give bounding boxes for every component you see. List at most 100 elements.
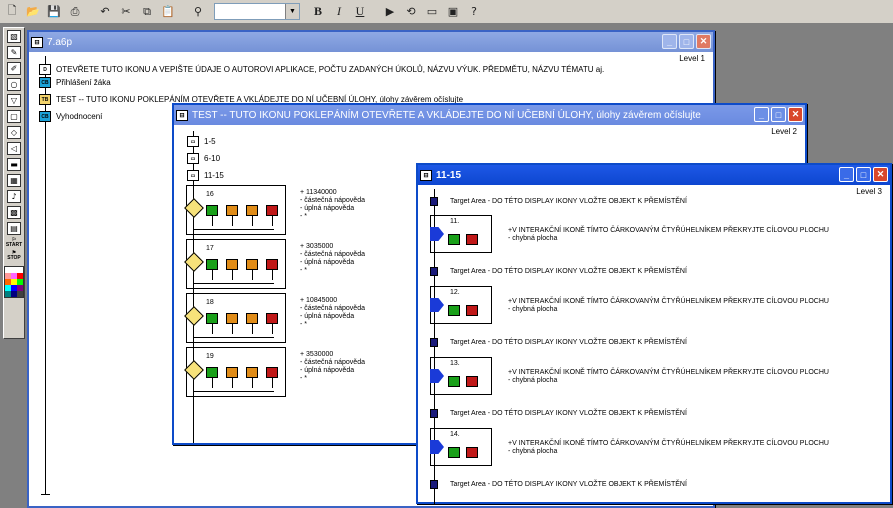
wrong-response-icon[interactable] <box>466 376 478 387</box>
response-icon[interactable] <box>226 205 238 216</box>
response-icon[interactable] <box>226 367 238 378</box>
response-label: - úplná nápověda <box>300 259 355 266</box>
italic-button[interactable]: I <box>330 3 348 21</box>
undo-icon[interactable]: ↶ <box>96 3 114 21</box>
wrong-response-icon[interactable] <box>466 447 478 458</box>
run-icon[interactable]: ▶ <box>381 3 399 21</box>
maximize-button[interactable]: □ <box>679 34 694 49</box>
open-icon[interactable]: 📂 <box>24 3 42 21</box>
target-label: Target Area - DO TÉTO DISPLAY IKONY VLOŽ… <box>450 268 687 275</box>
display-icon[interactable] <box>430 267 438 276</box>
response-label: + 3035000 <box>300 243 334 250</box>
chevron-down-icon[interactable]: ▼ <box>285 4 299 19</box>
correct-response-icon[interactable] <box>448 234 460 245</box>
response-icon[interactable] <box>266 313 278 324</box>
print-icon[interactable]: ⎙ <box>66 3 84 21</box>
response-sublabel: - chybná plocha <box>508 448 558 455</box>
window-title-bar[interactable]: ⊟ TEST -- TUTO IKONU POKLEPÁNÍM OTEVŘETE… <box>174 105 805 125</box>
flow-connector <box>252 216 253 226</box>
response-icon[interactable] <box>206 259 218 270</box>
digital-movie-icon[interactable]: ▦ <box>7 174 21 187</box>
level-label: Level 3 <box>856 187 882 196</box>
underline-button[interactable]: U <box>351 3 369 21</box>
display-icon[interactable] <box>430 480 438 489</box>
response-icon[interactable] <box>246 313 258 324</box>
video-icon[interactable]: ▩ <box>7 206 21 219</box>
display-icon[interactable] <box>430 338 438 347</box>
maximize-button[interactable]: □ <box>771 107 786 122</box>
level-label: Level 2 <box>771 127 797 136</box>
display-icon[interactable]: ✎ <box>7 46 21 59</box>
response-label: +V INTERAKČNÍ IKONĚ TÍMTO ČÁRKOVANÝM ČTY… <box>508 440 829 447</box>
stop-flag[interactable]: ⚑ STOP <box>7 251 21 261</box>
knowledge-icon[interactable]: ▤ <box>7 222 21 235</box>
wrong-response-icon[interactable] <box>466 234 478 245</box>
find-icon[interactable]: ⚲ <box>189 3 207 21</box>
display-icon[interactable] <box>430 409 438 418</box>
response-icon[interactable] <box>206 313 218 324</box>
sound-icon[interactable]: ♪ <box>7 190 21 203</box>
response-icon[interactable] <box>226 313 238 324</box>
save-icon[interactable]: 💾 <box>45 3 63 21</box>
copy-icon[interactable]: ⧉ <box>138 3 156 21</box>
interaction-icon[interactable]: ▧ <box>7 30 21 43</box>
wait-icon[interactable]: ○ <box>7 78 21 91</box>
help-icon[interactable]: ? <box>465 3 483 21</box>
flow-connector <box>272 324 273 334</box>
icon-panel-icon[interactable]: ▣ <box>444 3 462 21</box>
maximize-button[interactable]: □ <box>856 167 871 182</box>
flow-connector <box>212 324 213 334</box>
new-icon[interactable]: 🗋 <box>3 3 21 21</box>
map-icon-item[interactable]: ▭ 11-15 <box>187 170 224 181</box>
wrong-response-icon[interactable] <box>466 305 478 316</box>
font-select[interactable]: ▼ <box>214 3 300 20</box>
response-icon[interactable] <box>266 367 278 378</box>
start-flag[interactable]: ⚐ START <box>6 238 22 248</box>
flow-connector <box>194 283 274 284</box>
flow-item[interactable]: CB Přihlášení žáka <box>39 77 111 88</box>
window-title: TEST -- TUTO IKONU POKLEPÁNÍM OTEVŘETE A… <box>192 109 701 121</box>
cut-icon[interactable]: ✂ <box>117 3 135 21</box>
flow-connector <box>272 270 273 280</box>
map-icon-item[interactable]: ▭ 6-10 <box>187 153 220 164</box>
framework-icon[interactable]: ▢ <box>7 110 21 123</box>
window-title-bar[interactable]: ⊟ 7.a6p _ □ ✕ <box>29 32 713 52</box>
correct-response-icon[interactable] <box>448 376 460 387</box>
display-icon[interactable] <box>430 197 438 206</box>
color-swatch[interactable] <box>17 291 23 297</box>
response-icon[interactable] <box>206 367 218 378</box>
response-icon[interactable] <box>266 205 278 216</box>
window-title-bar[interactable]: ⊟ 11-15 _ □ ✕ <box>418 165 890 185</box>
minimize-button[interactable]: _ <box>839 167 854 182</box>
bold-button[interactable]: B <box>309 3 327 21</box>
flow-item[interactable]: CB Vyhodnocení <box>39 111 102 122</box>
paste-icon[interactable]: 📋 <box>159 3 177 21</box>
response-icon[interactable] <box>266 259 278 270</box>
flow-item[interactable]: D OTEVŘETE TUTO IKONU A VEPIŠTE ÚDAJE O A… <box>39 64 604 75</box>
window-title: 11-15 <box>436 169 462 181</box>
navigate-icon[interactable]: ▽ <box>7 94 21 107</box>
response-icon[interactable] <box>206 205 218 216</box>
minimize-button[interactable]: _ <box>662 34 677 49</box>
correct-response-icon[interactable] <box>448 305 460 316</box>
control-panel-icon[interactable]: ▭ <box>423 3 441 21</box>
task-number: 19 <box>206 353 214 360</box>
map-icon-item[interactable]: ▭ 1-5 <box>187 136 216 147</box>
close-button[interactable]: ✕ <box>696 34 711 49</box>
close-button[interactable]: ✕ <box>873 167 888 182</box>
response-label: - částečná nápověda <box>300 251 365 258</box>
color-swatches[interactable] <box>4 266 24 298</box>
response-label: - částečná nápověda <box>300 305 365 312</box>
response-icon[interactable] <box>246 259 258 270</box>
response-icon[interactable] <box>226 259 238 270</box>
response-icon[interactable] <box>246 205 258 216</box>
response-icon[interactable] <box>246 367 258 378</box>
calc-icon[interactable]: ◁ <box>7 142 21 155</box>
close-button[interactable]: ✕ <box>788 107 803 122</box>
minimize-button[interactable]: _ <box>754 107 769 122</box>
restart-icon[interactable]: ⟲ <box>402 3 420 21</box>
map-icon[interactable]: ▬ <box>7 158 21 171</box>
erase-icon[interactable]: ✐ <box>7 62 21 75</box>
correct-response-icon[interactable] <box>448 447 460 458</box>
decision-icon[interactable]: ◇ <box>7 126 21 139</box>
